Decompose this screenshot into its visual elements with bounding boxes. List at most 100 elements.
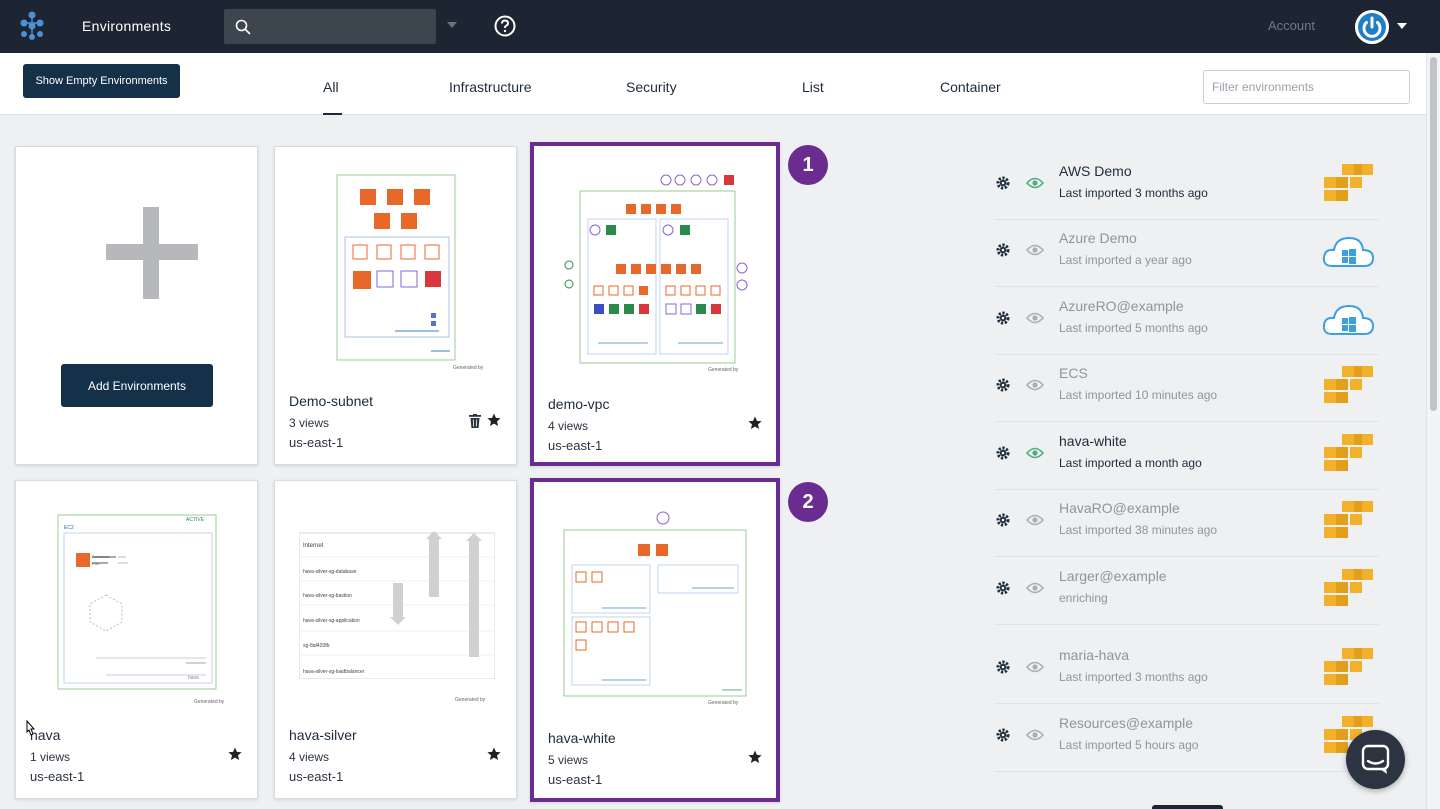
star-icon[interactable] xyxy=(487,747,501,761)
environment-status: Last imported 3 months ago xyxy=(1059,186,1208,200)
eye-icon[interactable] xyxy=(1026,729,1044,741)
scrollbar-thumb[interactable] xyxy=(1430,57,1437,411)
environment-name[interactable]: Resources@example xyxy=(1059,715,1193,731)
aws-provider-icon xyxy=(1324,434,1373,471)
gear-icon[interactable] xyxy=(995,659,1011,675)
tab-infrastructure[interactable]: Infrastructure xyxy=(449,79,531,95)
azure-cloud-icon xyxy=(1322,304,1374,335)
active-tab-indicator xyxy=(323,113,342,115)
gear-icon[interactable] xyxy=(995,377,1011,393)
gear-icon[interactable] xyxy=(995,727,1011,743)
environment-status: Last imported 10 minutes ago xyxy=(1059,388,1218,402)
eye-icon[interactable] xyxy=(1026,312,1044,324)
gear-icon[interactable] xyxy=(995,175,1011,191)
card-title[interactable]: demo-vpc xyxy=(548,396,609,412)
add-environments-button[interactable]: Add Environments xyxy=(61,364,213,407)
gear-icon[interactable] xyxy=(995,310,1011,326)
list-item[interactable]: HavaRO@example Last imported 38 minutes … xyxy=(995,490,1379,557)
diagram-thumbnail xyxy=(299,531,495,679)
bottom-tab-stub xyxy=(1152,805,1223,809)
star-icon[interactable] xyxy=(228,747,242,761)
environment-status: Last imported a year ago xyxy=(1059,253,1192,267)
aws-provider-icon xyxy=(1324,569,1373,606)
hava-logo-icon[interactable] xyxy=(16,10,48,42)
list-item[interactable]: Larger@example enriching xyxy=(995,558,1379,625)
star-icon[interactable] xyxy=(748,416,762,430)
environment-name[interactable]: AWS Demo xyxy=(1059,163,1132,179)
card-views: 5 views xyxy=(548,753,589,767)
eye-icon[interactable] xyxy=(1026,244,1044,256)
list-item[interactable]: maria-hava Last imported 3 months ago xyxy=(995,637,1379,704)
environment-name[interactable]: HavaRO@example xyxy=(1059,500,1180,516)
environment-status: Last imported 5 months ago xyxy=(1059,321,1208,335)
list-item[interactable]: Azure Demo Last imported a year ago xyxy=(995,220,1379,287)
tab-list[interactable]: List xyxy=(802,79,824,95)
environment-card-hava[interactable]: EC2 ACTIVE Container Port hava Generated… xyxy=(15,480,258,799)
environment-name[interactable]: hava-white xyxy=(1059,433,1127,449)
card-views: 3 views xyxy=(289,416,330,430)
environment-card-demo-subnet[interactable]: Generated by Demo-subnet 3 views us-east… xyxy=(274,146,517,465)
trash-icon[interactable] xyxy=(469,414,481,428)
help-icon[interactable] xyxy=(494,15,516,37)
tab-security[interactable]: Security xyxy=(626,79,677,95)
environment-card-demo-vpc[interactable]: Generated by demo-vpc 4 views us-east-1 xyxy=(530,142,780,466)
eye-icon[interactable] xyxy=(1026,447,1044,459)
account-chevron-down-icon[interactable] xyxy=(1397,23,1407,29)
search-dropdown-chevron-icon[interactable] xyxy=(447,22,457,28)
environment-status: Last imported 38 minutes ago xyxy=(1059,523,1218,537)
mouse-cursor-icon xyxy=(26,720,36,736)
gear-icon[interactable] xyxy=(995,242,1011,258)
tab-all[interactable]: All xyxy=(323,79,339,95)
card-views: 4 views xyxy=(548,419,589,433)
page-scrollbar[interactable] xyxy=(1426,53,1440,809)
gear-icon[interactable] xyxy=(995,512,1011,528)
star-icon[interactable] xyxy=(748,750,762,764)
environment-name[interactable]: Azure Demo xyxy=(1059,230,1137,246)
diagram-thumbnail xyxy=(564,174,748,364)
list-item[interactable]: AzureRO@example Last imported 5 months a… xyxy=(995,288,1379,355)
chat-launcher-button[interactable] xyxy=(1346,730,1405,789)
environment-status: Last imported a month ago xyxy=(1059,456,1202,470)
card-title[interactable]: Demo-subnet xyxy=(289,393,373,409)
environment-name[interactable]: maria-hava xyxy=(1059,647,1129,663)
aws-provider-icon xyxy=(1324,366,1373,403)
tab-container[interactable]: Container xyxy=(940,79,1001,95)
add-environment-card[interactable]: Add Environments xyxy=(15,146,258,465)
diagram-thumbnail xyxy=(336,174,456,361)
aws-provider-icon xyxy=(1324,648,1373,685)
environment-name[interactable]: AzureRO@example xyxy=(1059,298,1184,314)
diagram-thumbnail xyxy=(563,511,747,697)
card-region: us-east-1 xyxy=(289,769,344,784)
step-badge-2: 2 xyxy=(788,482,828,522)
app-title: Environments xyxy=(82,18,172,34)
eye-icon[interactable] xyxy=(1026,379,1044,391)
environment-name[interactable]: ECS xyxy=(1059,365,1088,381)
gear-icon[interactable] xyxy=(995,580,1011,596)
aws-provider-icon xyxy=(1324,164,1373,201)
eye-icon[interactable] xyxy=(1026,661,1044,673)
eye-icon[interactable] xyxy=(1026,177,1044,189)
environment-name[interactable]: Larger@example xyxy=(1059,568,1167,584)
diagram-thumbnail xyxy=(57,514,217,690)
azure-cloud-icon xyxy=(1322,236,1374,267)
list-item[interactable]: hava-white Last imported a month ago xyxy=(995,423,1379,490)
environment-card-hava-white[interactable]: Generated by hava-white 5 views us-east-… xyxy=(530,478,780,802)
card-title[interactable]: hava-white xyxy=(548,730,616,746)
eye-icon[interactable] xyxy=(1026,514,1044,526)
gear-icon[interactable] xyxy=(995,445,1011,461)
list-item[interactable]: ECS Last imported 10 minutes ago xyxy=(995,355,1379,422)
account-link[interactable]: Account xyxy=(1268,18,1315,33)
chat-icon xyxy=(1361,744,1390,774)
filter-environments-input[interactable] xyxy=(1203,70,1410,104)
search-input[interactable] xyxy=(224,9,436,44)
show-empty-environments-button[interactable]: Show Empty Environments xyxy=(23,64,180,98)
star-icon[interactable] xyxy=(487,413,501,427)
card-views: 4 views xyxy=(289,750,330,764)
card-region: us-east-1 xyxy=(30,769,85,784)
card-title[interactable]: hava-silver xyxy=(289,727,357,743)
environment-card-hava-silver[interactable]: Internet hava-silver-sg-database hava-si… xyxy=(274,480,517,799)
list-item[interactable]: Resources@example Last imported 5 hours … xyxy=(995,705,1379,772)
list-item[interactable]: AWS Demo Last imported 3 months ago xyxy=(995,153,1379,220)
eye-icon[interactable] xyxy=(1026,582,1044,594)
avatar[interactable] xyxy=(1355,10,1389,44)
